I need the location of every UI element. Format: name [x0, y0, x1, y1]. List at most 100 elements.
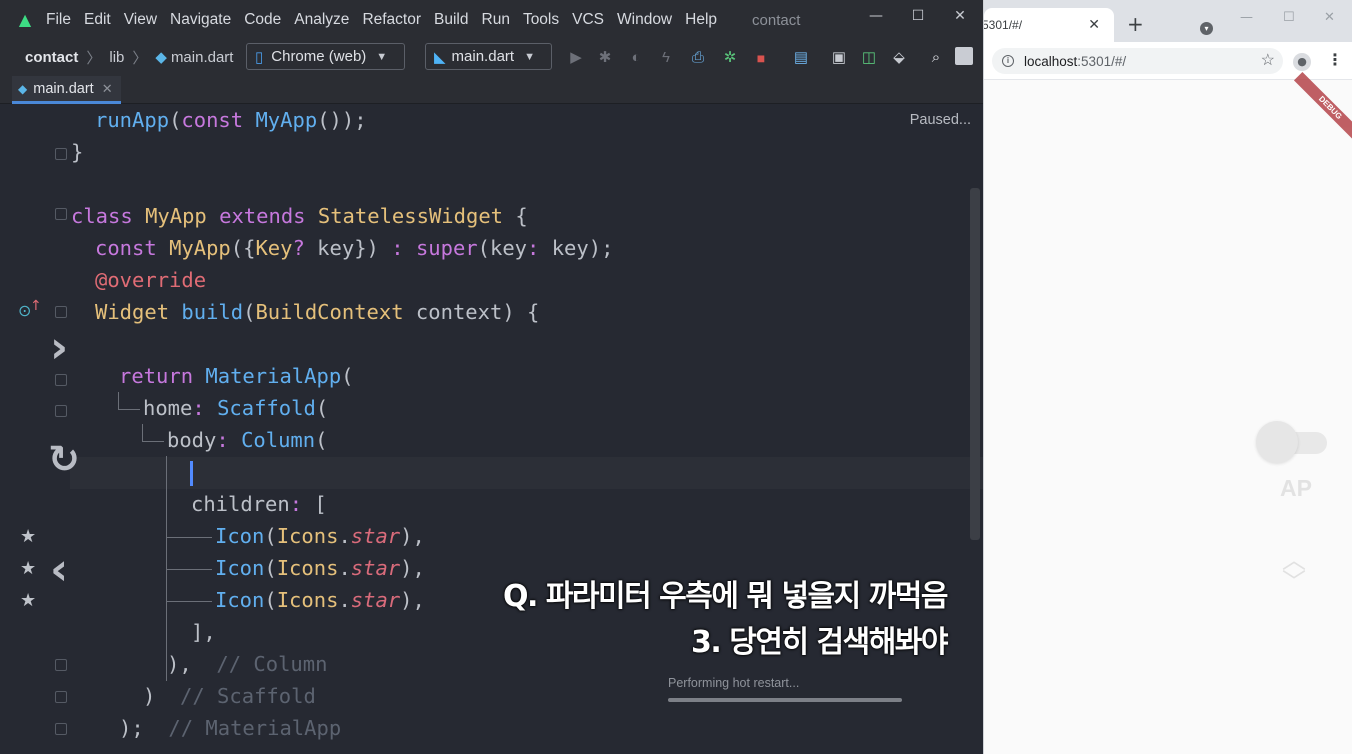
- device-manager-icon[interactable]: ▣: [829, 48, 849, 68]
- indent-guide: [118, 409, 140, 410]
- ide-window: ▲ File Edit View Navigate Code Analyze R…: [0, 0, 983, 754]
- dart-file-icon: ◆: [18, 81, 28, 96]
- device-selector-label: Chrome (web): [271, 48, 367, 65]
- avd-manager-icon[interactable]: ◫: [859, 48, 879, 68]
- code-line: const MyApp({Key? key}) : super(key: key…: [95, 236, 614, 260]
- fold-marker-icon[interactable]: [55, 306, 67, 318]
- attach-debugger-icon[interactable]: ✲: [720, 48, 740, 68]
- tab-label: main.dart: [33, 80, 94, 97]
- menu-build[interactable]: Build: [434, 11, 468, 29]
- fold-marker-icon[interactable]: [55, 148, 67, 160]
- stop-icon[interactable]: ■: [751, 48, 771, 68]
- avatar[interactable]: [955, 47, 973, 65]
- code-line: return MaterialApp(: [119, 364, 354, 388]
- menu-view[interactable]: View: [124, 11, 157, 29]
- tab-search-icon[interactable]: ▾: [1200, 22, 1213, 35]
- more-menu-icon[interactable]: ⋮: [1327, 50, 1343, 70]
- close-tab-icon[interactable]: ✕: [1088, 16, 1100, 33]
- profile-icon[interactable]: ◐: [626, 48, 646, 68]
- minimize-icon[interactable]: —: [864, 8, 888, 30]
- minimize-icon[interactable]: —: [1240, 10, 1253, 25]
- close-icon[interactable]: ✕: [948, 8, 972, 30]
- chevron-down-icon: ▼: [524, 50, 535, 63]
- sync-project-icon[interactable]: ▤: [791, 48, 811, 68]
- chevron-left-icon[interactable]: ‹: [50, 548, 68, 592]
- fold-marker-icon[interactable]: [55, 659, 67, 671]
- breadcrumb-lib[interactable]: lib: [109, 49, 124, 66]
- maximize-icon[interactable]: ☐: [1283, 10, 1295, 25]
- run-icon[interactable]: ▶: [566, 48, 586, 68]
- navigation-toolbar: contact 〉 lib 〉 ◆ main.dart ▯ Chrome (we…: [0, 40, 983, 74]
- info-icon[interactable]: i: [1002, 55, 1014, 67]
- fold-marker-icon[interactable]: [55, 405, 67, 417]
- menu-edit[interactable]: Edit: [84, 11, 111, 29]
- code-editor[interactable]: ⊙ ↑ ★ ★ ★ › ↻ ‹ runApp(const MyApp()); }…: [0, 104, 983, 754]
- menu-analyze[interactable]: Analyze: [294, 11, 349, 29]
- browser-tab-title: 5301/#/: [983, 18, 1023, 32]
- code-line: Icon(Icons.star),: [215, 588, 425, 612]
- editor-gutter: ⊙ ↑ ★ ★ ★: [0, 104, 70, 754]
- profile-avatar-icon[interactable]: ●: [1293, 53, 1311, 71]
- menu-file[interactable]: File: [46, 11, 71, 29]
- url-host: localhost: [1024, 53, 1078, 69]
- flutter-app-viewport: DEBUG AP ︿ ﹀: [984, 71, 1352, 754]
- debug-banner: DEBUG: [1293, 71, 1352, 145]
- status-text: Paused...: [909, 112, 971, 128]
- fold-marker-icon[interactable]: [55, 208, 67, 220]
- menu-window[interactable]: Window: [617, 11, 672, 29]
- device-selector[interactable]: ▯ Chrome (web) ▼: [246, 43, 405, 70]
- browser-window: 5301/#/ ✕ + ▾ — ☐ ✕ i localhost:5301/#/ …: [983, 0, 1352, 754]
- fold-marker-icon[interactable]: [55, 691, 67, 703]
- tab-main-dart[interactable]: ◆ main.dart ✕: [12, 76, 121, 104]
- code-line: children: [: [191, 492, 327, 516]
- hot-reload-icon[interactable]: ϟ: [656, 48, 676, 68]
- address-url: localhost:5301/#/: [1024, 54, 1126, 69]
- chevron-right-icon[interactable]: ›: [50, 326, 68, 370]
- star-icon: ★: [20, 558, 37, 579]
- breadcrumb-project[interactable]: contact: [25, 49, 78, 66]
- progress-bar: [668, 698, 902, 702]
- menu-refactor[interactable]: Refactor: [362, 11, 421, 29]
- editor-scrollbar[interactable]: [970, 188, 980, 540]
- menu-tools[interactable]: Tools: [523, 11, 559, 29]
- browser-tab-strip: 5301/#/ ✕ + ▾ — ☐ ✕: [984, 0, 1352, 42]
- menu-navigate[interactable]: Navigate: [170, 11, 231, 29]
- address-bar[interactable]: i localhost:5301/#/ ☆: [992, 48, 1283, 74]
- up-arrow-icon: ↑: [30, 298, 42, 314]
- debug-icon[interactable]: ✱: [595, 48, 615, 68]
- code-line: Widget build(BuildContext context) {: [95, 300, 540, 324]
- browser-toolbar: i localhost:5301/#/ ☆ ● ⋮: [984, 42, 1352, 80]
- menu-bar: ▲ File Edit View Navigate Code Analyze R…: [0, 0, 983, 40]
- menu-run[interactable]: Run: [482, 11, 510, 29]
- browser-tab[interactable]: 5301/#/ ✕: [984, 8, 1114, 42]
- code-line: Icon(Icons.star),: [215, 524, 425, 548]
- sdk-manager-icon[interactable]: ⬙: [889, 48, 909, 68]
- breadcrumb-file[interactable]: main.dart: [171, 49, 234, 66]
- bookmark-star-icon[interactable]: ☆: [1261, 50, 1275, 70]
- indent-guide: [166, 537, 212, 538]
- close-icon[interactable]: ✕: [1324, 10, 1335, 25]
- url-path: :5301/#/: [1077, 53, 1127, 69]
- video-caption: Q. 파라미터 우측에 뭐 넣을지 까먹음 3. 당연히 검색해봐야: [503, 574, 949, 666]
- code-line: body: Column(: [167, 428, 328, 452]
- fold-marker-icon[interactable]: [55, 723, 67, 735]
- run-config-selector[interactable]: ◣ main.dart ▼: [425, 43, 552, 70]
- maximize-icon[interactable]: ☐: [906, 8, 930, 30]
- breadcrumb-separator-icon: 〉: [86, 49, 102, 67]
- fold-marker-icon[interactable]: [55, 374, 67, 386]
- search-icon[interactable]: ⌕: [926, 48, 946, 68]
- switch-knob[interactable]: [1256, 421, 1298, 463]
- new-tab-icon[interactable]: +: [1127, 14, 1144, 34]
- refresh-icon[interactable]: ↻: [48, 440, 80, 478]
- indent-guide: [166, 569, 212, 570]
- android-studio-logo-icon: ▲: [18, 10, 32, 29]
- code-line: Icon(Icons.star),: [215, 556, 425, 580]
- code-line: ), // Column: [167, 652, 328, 676]
- menu-vcs[interactable]: VCS: [572, 11, 604, 29]
- apply-changes-icon[interactable]: ⎙: [688, 48, 708, 68]
- close-tab-icon[interactable]: ✕: [102, 81, 113, 97]
- chevron-down-icon[interactable]: ﹀: [1282, 570, 1306, 594]
- menu-code[interactable]: Code: [244, 11, 281, 29]
- app-label: AP: [1280, 475, 1312, 501]
- menu-help[interactable]: Help: [685, 11, 717, 29]
